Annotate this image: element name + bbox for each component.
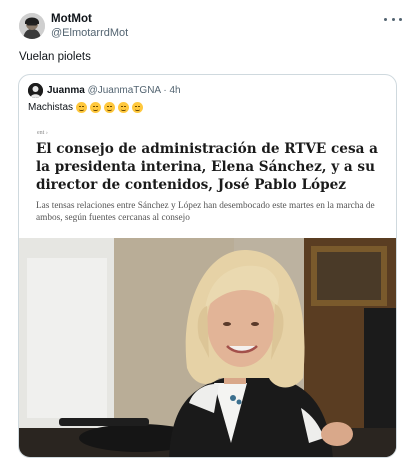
quoted-author-avatar[interactable]	[28, 83, 43, 98]
article-kicker: ent ›	[37, 130, 48, 136]
tweet[interactable]: MotMot @ElmotarrdMot Vuelan piolets Juan…	[0, 0, 414, 463]
author-handle[interactable]: @ElmotarrdMot	[51, 26, 128, 40]
thinking-face-emoji	[104, 102, 116, 113]
quoted-text: Machistas	[28, 102, 144, 113]
quoted-timestamp[interactable]: 4h	[169, 85, 180, 96]
quoted-author-name[interactable]: Juanma	[47, 85, 85, 96]
article-photo[interactable]	[19, 238, 396, 457]
quoted-author-info[interactable]: Juanma @JuanmaTGNA · 4h	[47, 84, 181, 97]
author-avatar[interactable]	[19, 13, 45, 39]
quoted-text-label: Machistas	[28, 102, 74, 113]
separator: ·	[163, 85, 167, 96]
article-subheadline: Las tensas relaciones entre Sánchez y Ló…	[36, 201, 375, 223]
thinking-face-emoji	[132, 102, 144, 113]
quoted-tweet[interactable]: Juanma @JuanmaTGNA · 4h Machistas ent › …	[18, 74, 397, 458]
thinking-face-emoji	[76, 102, 88, 113]
quoted-author-handle[interactable]: @JuanmaTGNA	[88, 85, 161, 96]
more-options-icon[interactable]	[384, 12, 402, 26]
thinking-face-emoji	[118, 102, 130, 113]
thinking-face-emoji	[90, 102, 102, 113]
tweet-text: Vuelan piolets	[19, 51, 91, 63]
author-info[interactable]: MotMot @ElmotarrdMot	[51, 12, 128, 40]
article-headline: El consejo de administración de RTVE ces…	[36, 141, 378, 193]
author-name[interactable]: MotMot	[51, 12, 128, 26]
